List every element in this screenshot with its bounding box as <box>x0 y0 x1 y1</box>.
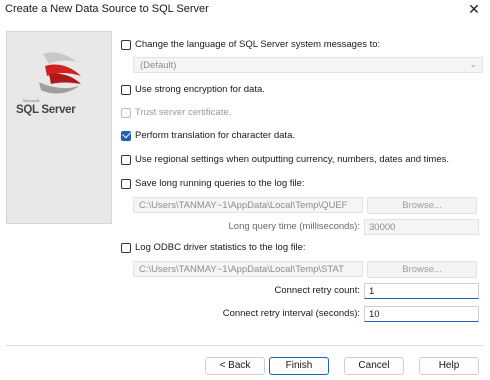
save-long-queries-checkbox[interactable] <box>121 178 131 189</box>
sql-server-logo-icon: Microsoft <box>23 52 81 103</box>
connect-retry-count-label: Connect retry count: <box>274 285 360 296</box>
change-language-checkbox-row[interactable]: Change the language of SQL Server system… <box>121 39 380 50</box>
log-odbc-stats-checkbox-row[interactable]: Log ODBC driver statistics to the log fi… <box>121 242 306 253</box>
perform-translation-checkbox[interactable] <box>121 130 131 141</box>
save-long-queries-label: Save long running queries to the log fil… <box>135 178 305 189</box>
trust-certificate-label: Trust server certificate. <box>135 107 232 118</box>
language-dropdown-value: (Default) <box>140 60 177 71</box>
title-bar: Create a New Data Source to SQL Server ✕ <box>0 0 490 20</box>
log-odbc-stats-label: Log ODBC driver statistics to the log fi… <box>135 242 306 253</box>
long-query-browse-button: Browse... <box>367 197 477 214</box>
long-query-time-value: 30000 <box>369 222 396 233</box>
sql-server-logo-text: SQL Server <box>16 104 76 116</box>
connect-retry-interval-value: 10 <box>369 309 380 320</box>
long-query-time-label: Long query time (milliseconds): <box>228 221 360 232</box>
connect-retry-interval-label: Connect retry interval (seconds): <box>222 308 360 319</box>
long-query-log-path-field: C:\Users\TANMAY~1\AppData\Local\Temp\QUE… <box>133 197 363 213</box>
strong-encryption-label: Use strong encryption for data. <box>135 84 265 95</box>
window-title: Create a New Data Source to SQL Server <box>5 3 209 15</box>
sidebar-panel: Microsoft SQL Server <box>6 31 112 224</box>
cancel-button[interactable]: Cancel <box>344 357 404 375</box>
long-query-log-path-value: C:\Users\TANMAY~1\AppData\Local\Temp\QUE… <box>139 200 348 211</box>
back-button[interactable]: < Back <box>205 357 265 375</box>
change-language-label: Change the language of SQL Server system… <box>135 39 381 50</box>
long-query-time-field: 30000 <box>364 219 479 235</box>
connect-retry-count-value: 1 <box>369 286 375 297</box>
regional-settings-label: Use regional settings when outputting cu… <box>135 154 450 165</box>
regional-settings-checkbox-row[interactable]: Use regional settings when outputting cu… <box>121 154 449 165</box>
stats-log-path-field: C:\Users\TANMAY~1\AppData\Local\Temp\STA… <box>133 261 363 277</box>
svg-text:Microsoft: Microsoft <box>23 98 40 103</box>
trust-certificate-checkbox-row: Trust server certificate. <box>121 107 231 118</box>
help-button[interactable]: Help <box>419 357 479 375</box>
language-dropdown: (Default) ⌄ <box>133 57 483 73</box>
trust-certificate-checkbox <box>121 107 131 118</box>
regional-settings-checkbox[interactable] <box>121 154 131 165</box>
perform-translation-label: Perform translation for character data. <box>135 130 295 141</box>
connect-retry-interval-field[interactable]: 10 <box>364 306 479 322</box>
connect-retry-count-field[interactable]: 1 <box>364 283 479 299</box>
strong-encryption-checkbox[interactable] <box>121 84 131 95</box>
stats-browse-button: Browse... <box>367 261 477 278</box>
stats-log-path-value: C:\Users\TANMAY~1\AppData\Local\Temp\STA… <box>139 264 344 275</box>
strong-encryption-checkbox-row[interactable]: Use strong encryption for data. <box>121 84 265 95</box>
chevron-down-icon: ⌄ <box>469 59 477 69</box>
save-long-queries-checkbox-row[interactable]: Save long running queries to the log fil… <box>121 178 305 189</box>
close-icon[interactable]: ✕ <box>466 1 482 17</box>
log-odbc-stats-checkbox[interactable] <box>121 242 131 253</box>
footer-divider <box>6 345 484 346</box>
finish-button[interactable]: Finish <box>269 357 329 375</box>
change-language-checkbox[interactable] <box>121 39 131 50</box>
perform-translation-checkbox-row[interactable]: Perform translation for character data. <box>121 130 295 141</box>
